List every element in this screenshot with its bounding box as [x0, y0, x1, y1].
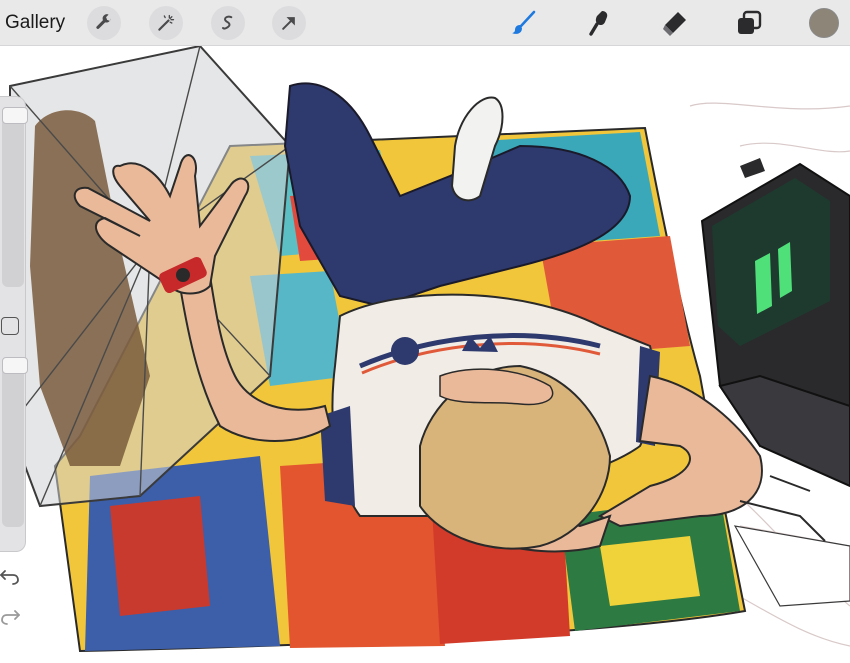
actions-button[interactable] [87, 6, 121, 40]
gallery-button[interactable]: Gallery [5, 12, 65, 34]
brush-size-slider[interactable] [2, 107, 28, 287]
eraser-icon [663, 12, 686, 36]
redo-icon [1, 610, 20, 625]
brush-size-thumb[interactable] [2, 107, 28, 124]
left-sidebar [0, 96, 28, 625]
smudge-tool[interactable] [584, 7, 616, 39]
adjustments-button[interactable] [149, 6, 183, 40]
modify-square-icon[interactable] [1, 317, 19, 335]
selection-icon [222, 15, 233, 30]
drawing-canvas[interactable] [0, 46, 850, 663]
opacity-thumb[interactable] [2, 357, 28, 374]
undo-button[interactable] [0, 567, 20, 585]
undo-icon [0, 570, 19, 585]
top-toolbar: Gallery [0, 0, 850, 46]
brush-icon [512, 10, 536, 34]
color-swatch[interactable] [809, 8, 839, 38]
layers-tool[interactable] [733, 7, 765, 39]
eraser-tool[interactable] [659, 7, 691, 39]
artwork-illustration [9, 46, 850, 653]
layers-icon [738, 10, 762, 34]
magic-wand-icon [158, 14, 175, 31]
smudge-icon [589, 11, 608, 36]
redo-button[interactable] [0, 607, 20, 625]
opacity-slider[interactable] [2, 357, 28, 527]
transform-arrow-icon [282, 17, 295, 30]
transform-button[interactable] [272, 6, 306, 40]
brush-tool[interactable] [508, 7, 540, 39]
selection-button[interactable] [211, 6, 245, 40]
wrench-icon [96, 14, 111, 29]
